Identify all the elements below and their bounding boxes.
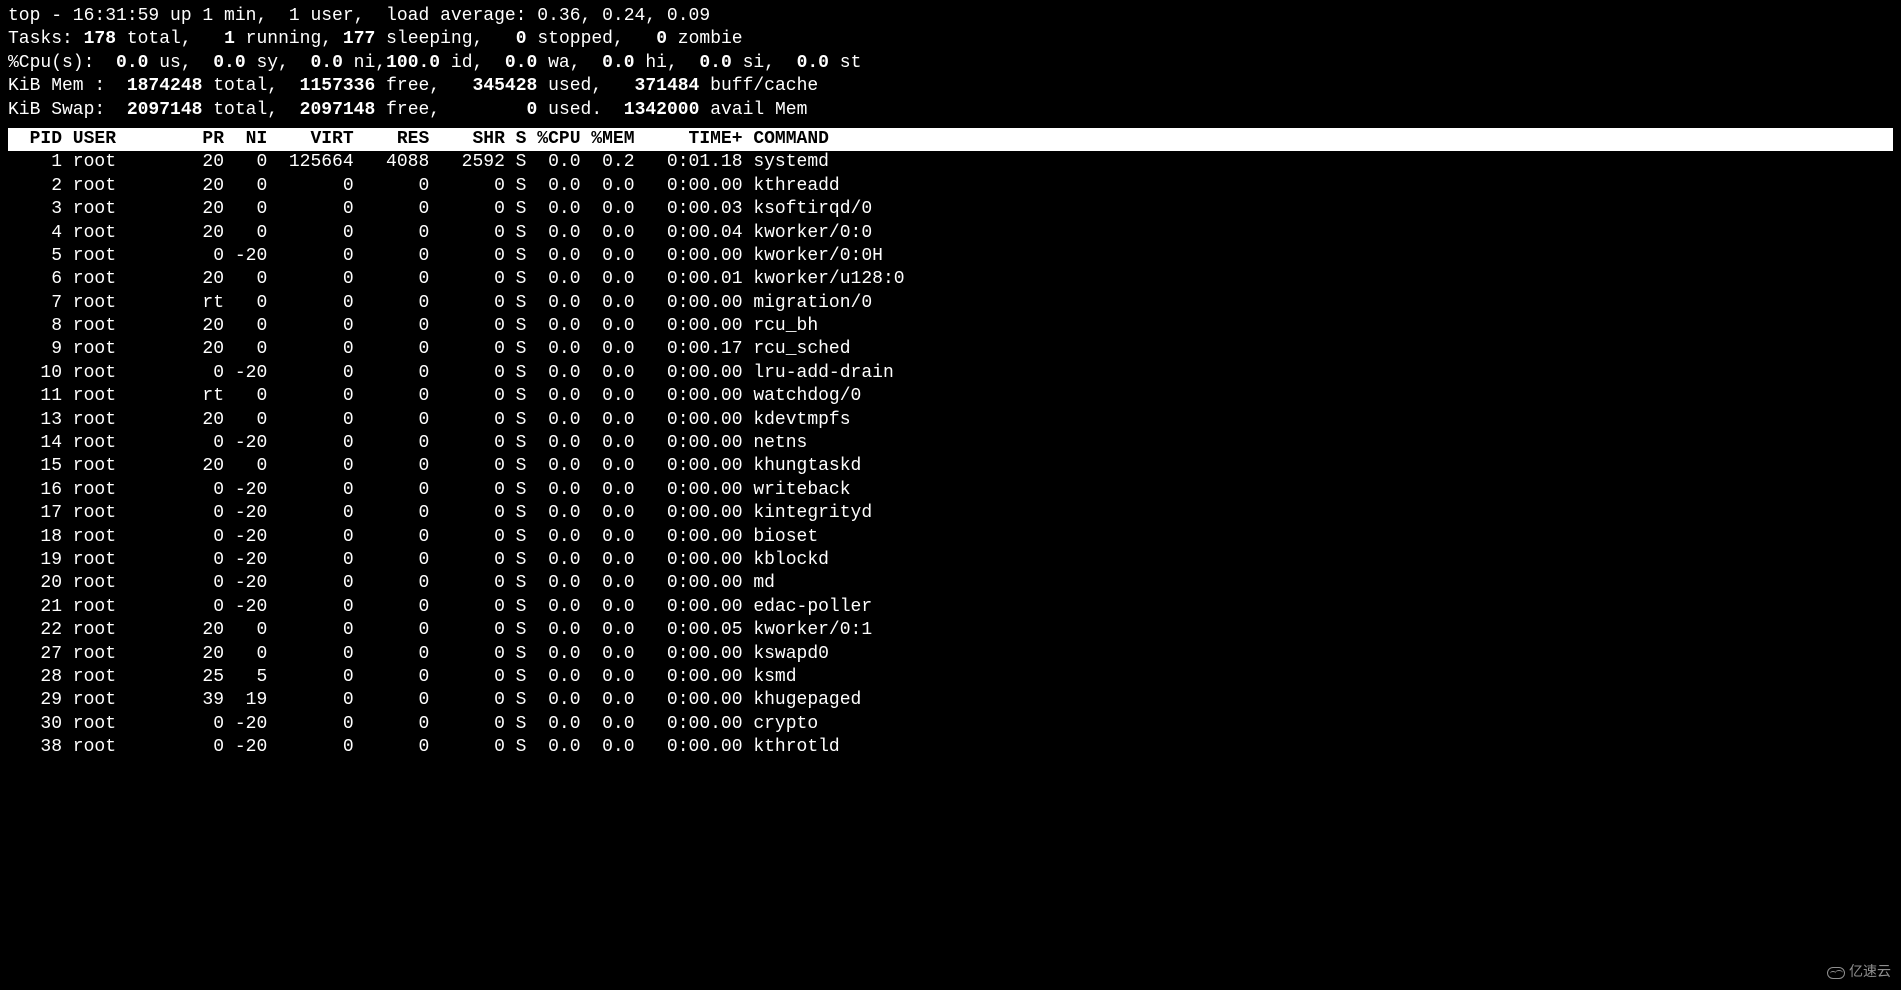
process-row: 8 root 20 0 0 0 0 S 0.0 0.0 0:00.00 rcu_… [8,315,1893,338]
process-row: 38 root 0 -20 0 0 0 S 0.0 0.0 0:00.00 kt… [8,736,1893,759]
process-row: 30 root 0 -20 0 0 0 S 0.0 0.0 0:00.00 cr… [8,713,1893,736]
top-summary: top - 16:31:59 up 1 min, 1 user, load av… [8,5,1893,122]
summary-line-swap: KiB Swap: 2097148 total, 2097148 free, 0… [8,99,1893,122]
process-row: 21 root 0 -20 0 0 0 S 0.0 0.0 0:00.00 ed… [8,596,1893,619]
summary-line-tasks: Tasks: 178 total, 1 running, 177 sleepin… [8,28,1893,51]
process-row: 27 root 20 0 0 0 0 S 0.0 0.0 0:00.00 ksw… [8,643,1893,666]
process-row: 20 root 0 -20 0 0 0 S 0.0 0.0 0:00.00 md [8,572,1893,595]
process-row: 14 root 0 -20 0 0 0 S 0.0 0.0 0:00.00 ne… [8,432,1893,455]
process-row: 11 root rt 0 0 0 0 S 0.0 0.0 0:00.00 wat… [8,385,1893,408]
process-row: 4 root 20 0 0 0 0 S 0.0 0.0 0:00.04 kwor… [8,222,1893,245]
process-row: 18 root 0 -20 0 0 0 S 0.0 0.0 0:00.00 bi… [8,526,1893,549]
process-table-body: 1 root 20 0 125664 4088 2592 S 0.0 0.2 0… [8,151,1893,759]
process-row: 13 root 20 0 0 0 0 S 0.0 0.0 0:00.00 kde… [8,409,1893,432]
process-row: 29 root 39 19 0 0 0 S 0.0 0.0 0:00.00 kh… [8,689,1893,712]
summary-line-uptime: top - 16:31:59 up 1 min, 1 user, load av… [8,5,1893,28]
cloud-icon [1827,967,1845,979]
process-row: 2 root 20 0 0 0 0 S 0.0 0.0 0:00.00 kthr… [8,175,1893,198]
process-row: 7 root rt 0 0 0 0 S 0.0 0.0 0:00.00 migr… [8,292,1893,315]
watermark-text: 亿速云 [1849,964,1891,982]
summary-line-cpu: %Cpu(s): 0.0 us, 0.0 sy, 0.0 ni,100.0 id… [8,52,1893,75]
process-row: 1 root 20 0 125664 4088 2592 S 0.0 0.2 0… [8,151,1893,174]
process-row: 19 root 0 -20 0 0 0 S 0.0 0.0 0:00.00 kb… [8,549,1893,572]
process-row: 10 root 0 -20 0 0 0 S 0.0 0.0 0:00.00 lr… [8,362,1893,385]
process-row: 5 root 0 -20 0 0 0 S 0.0 0.0 0:00.00 kwo… [8,245,1893,268]
watermark: 亿速云 [1827,964,1891,982]
process-row: 9 root 20 0 0 0 0 S 0.0 0.0 0:00.17 rcu_… [8,338,1893,361]
summary-line-mem: KiB Mem : 1874248 total, 1157336 free, 3… [8,75,1893,98]
process-row: 28 root 25 5 0 0 0 S 0.0 0.0 0:00.00 ksm… [8,666,1893,689]
process-table-header: PID USER PR NI VIRT RES SHR S %CPU %MEM … [8,128,1893,151]
process-row: 6 root 20 0 0 0 0 S 0.0 0.0 0:00.01 kwor… [8,268,1893,291]
process-row: 16 root 0 -20 0 0 0 S 0.0 0.0 0:00.00 wr… [8,479,1893,502]
process-row: 15 root 20 0 0 0 0 S 0.0 0.0 0:00.00 khu… [8,455,1893,478]
process-row: 3 root 20 0 0 0 0 S 0.0 0.0 0:00.03 ksof… [8,198,1893,221]
process-row: 17 root 0 -20 0 0 0 S 0.0 0.0 0:00.00 ki… [8,502,1893,525]
process-row: 22 root 20 0 0 0 0 S 0.0 0.0 0:00.05 kwo… [8,619,1893,642]
